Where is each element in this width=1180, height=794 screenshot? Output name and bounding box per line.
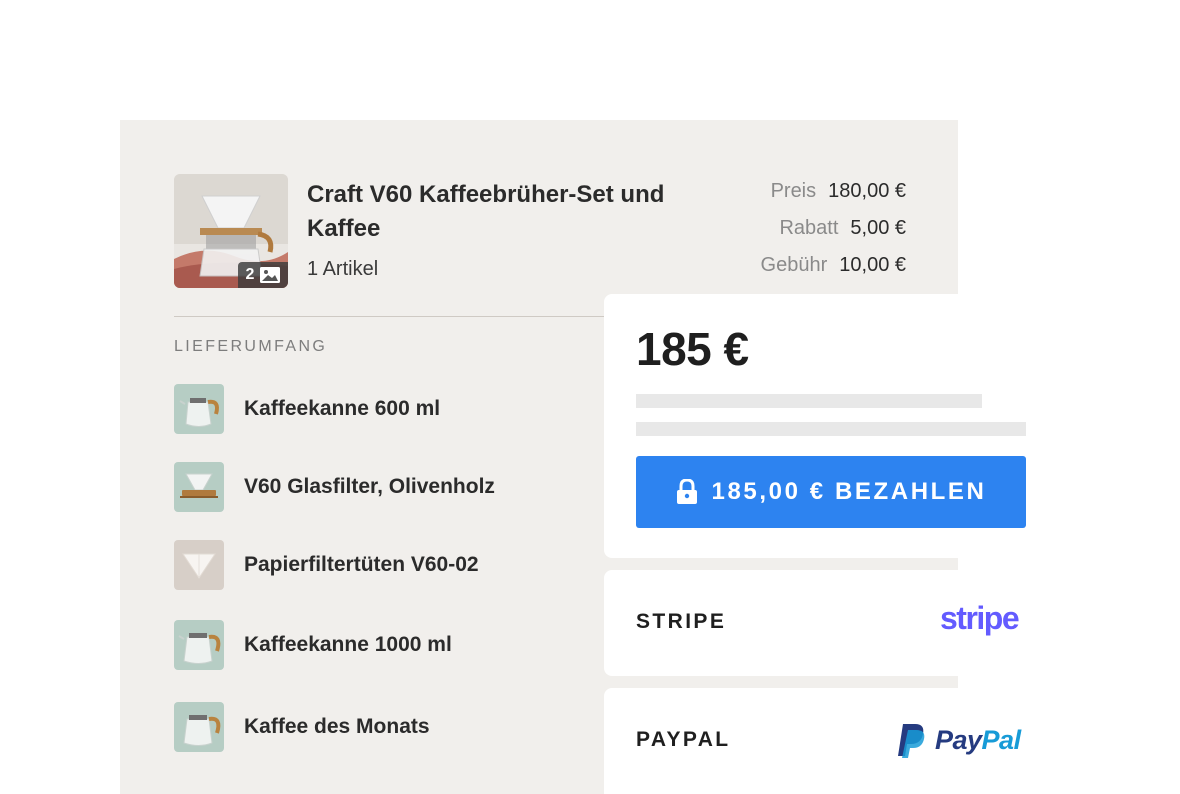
product-title: Craft V60 Kaffeebrüher-Set und Kaffee	[307, 181, 665, 242]
skeleton-line	[636, 394, 982, 408]
pay-button-label: 185,00 € BEZAHLEN	[711, 478, 987, 505]
item-label: Kaffeekanne 600 ml	[244, 397, 441, 420]
skeleton-line	[636, 422, 1026, 436]
product-image[interactable]: 2	[174, 174, 288, 288]
stripe-logo: stripe	[940, 600, 1020, 636]
item-label: V60 Glasfilter, Olivenholz	[244, 475, 495, 498]
discount-row: Rabatt 5,00 €	[779, 214, 906, 242]
stripe-label: STRIPE	[636, 610, 727, 633]
fee-value: 10,00 €	[839, 253, 906, 276]
paypal-logo: PayPal	[897, 720, 1021, 760]
coffee-pot-icon	[174, 384, 224, 434]
discount-label: Rabatt	[779, 216, 839, 239]
discount-value: 5,00 €	[850, 216, 906, 239]
price-label: Preis	[770, 179, 817, 202]
image-count-badge[interactable]: 2	[238, 262, 288, 288]
glass-dripper-icon	[174, 462, 224, 512]
lock-icon	[676, 479, 697, 504]
image-icon	[260, 267, 281, 283]
total-amount: 185 €	[636, 323, 749, 375]
item-label: Kaffeekanne 1000 ml	[244, 633, 452, 656]
paypal-icon	[898, 724, 925, 758]
pay-button[interactable]: 185,00 € BEZAHLEN	[636, 456, 1026, 528]
paper-filter-icon	[174, 540, 224, 590]
list-item: Kaffee des Monats	[174, 702, 430, 752]
contents-heading: LIEFERUMFANG	[174, 338, 328, 355]
price-value: 180,00 €	[828, 179, 906, 202]
item-count: 1 Artikel	[307, 258, 379, 280]
price-row: Preis 180,00 €	[771, 177, 906, 205]
paypal-label: PAYPAL	[636, 728, 731, 751]
list-item: Kaffeekanne 600 ml	[174, 384, 440, 434]
fee-row: Gebühr 10,00 €	[761, 251, 906, 279]
fee-label: Gebühr	[760, 253, 828, 276]
divider	[174, 316, 604, 317]
item-label: Kaffee des Monats	[244, 715, 430, 738]
list-item: Kaffeekanne 1000 ml	[174, 620, 452, 670]
image-count: 2	[245, 266, 255, 283]
list-item: V60 Glasfilter, Olivenholz	[174, 462, 495, 512]
coffee-pot-icon	[174, 702, 224, 752]
list-item: Papierfiltertüten V60-02	[174, 540, 479, 590]
paypal-wordmark: PayPal	[935, 724, 1021, 755]
item-label: Papierfiltertüten V60-02	[244, 553, 479, 576]
coffee-pot-icon	[174, 620, 224, 670]
